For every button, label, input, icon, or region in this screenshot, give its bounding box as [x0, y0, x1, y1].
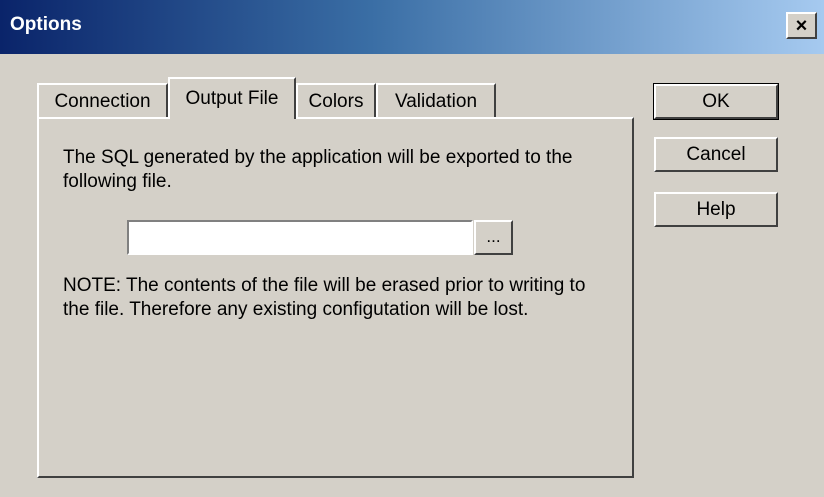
title-bar[interactable]: Options ×: [0, 0, 824, 54]
tab-colors-label: Colors: [308, 91, 364, 112]
overwrite-note: NOTE: The contents of the file will be e…: [63, 275, 586, 320]
cancel-button[interactable]: Cancel: [654, 137, 778, 172]
export-description: The SQL generated by the application wil…: [63, 147, 573, 192]
close-button[interactable]: ×: [786, 12, 817, 39]
output-file-path-input[interactable]: [127, 220, 473, 255]
browse-button[interactable]: ...: [474, 220, 513, 255]
window-title: Options: [10, 14, 82, 35]
tab-connection-label: Connection: [54, 91, 151, 112]
tab-validation-label: Validation: [394, 91, 478, 112]
help-button[interactable]: Help: [654, 192, 778, 227]
ok-button[interactable]: OK: [653, 83, 779, 120]
ok-button-label: OK: [702, 90, 730, 112]
tab-output-file[interactable]: Output File: [168, 77, 296, 119]
browse-button-label: ...: [486, 227, 501, 246]
tab-output-file-label: Output File: [185, 88, 279, 109]
help-button-label: Help: [696, 198, 736, 220]
tab-colors[interactable]: Colors: [296, 83, 376, 119]
cancel-button-label: Cancel: [686, 143, 746, 165]
tab-validation[interactable]: Validation: [376, 83, 496, 119]
close-icon: ×: [795, 14, 808, 37]
tab-connection[interactable]: Connection: [37, 83, 168, 119]
options-dialog: Options × Connection Output File Colors …: [0, 0, 824, 497]
